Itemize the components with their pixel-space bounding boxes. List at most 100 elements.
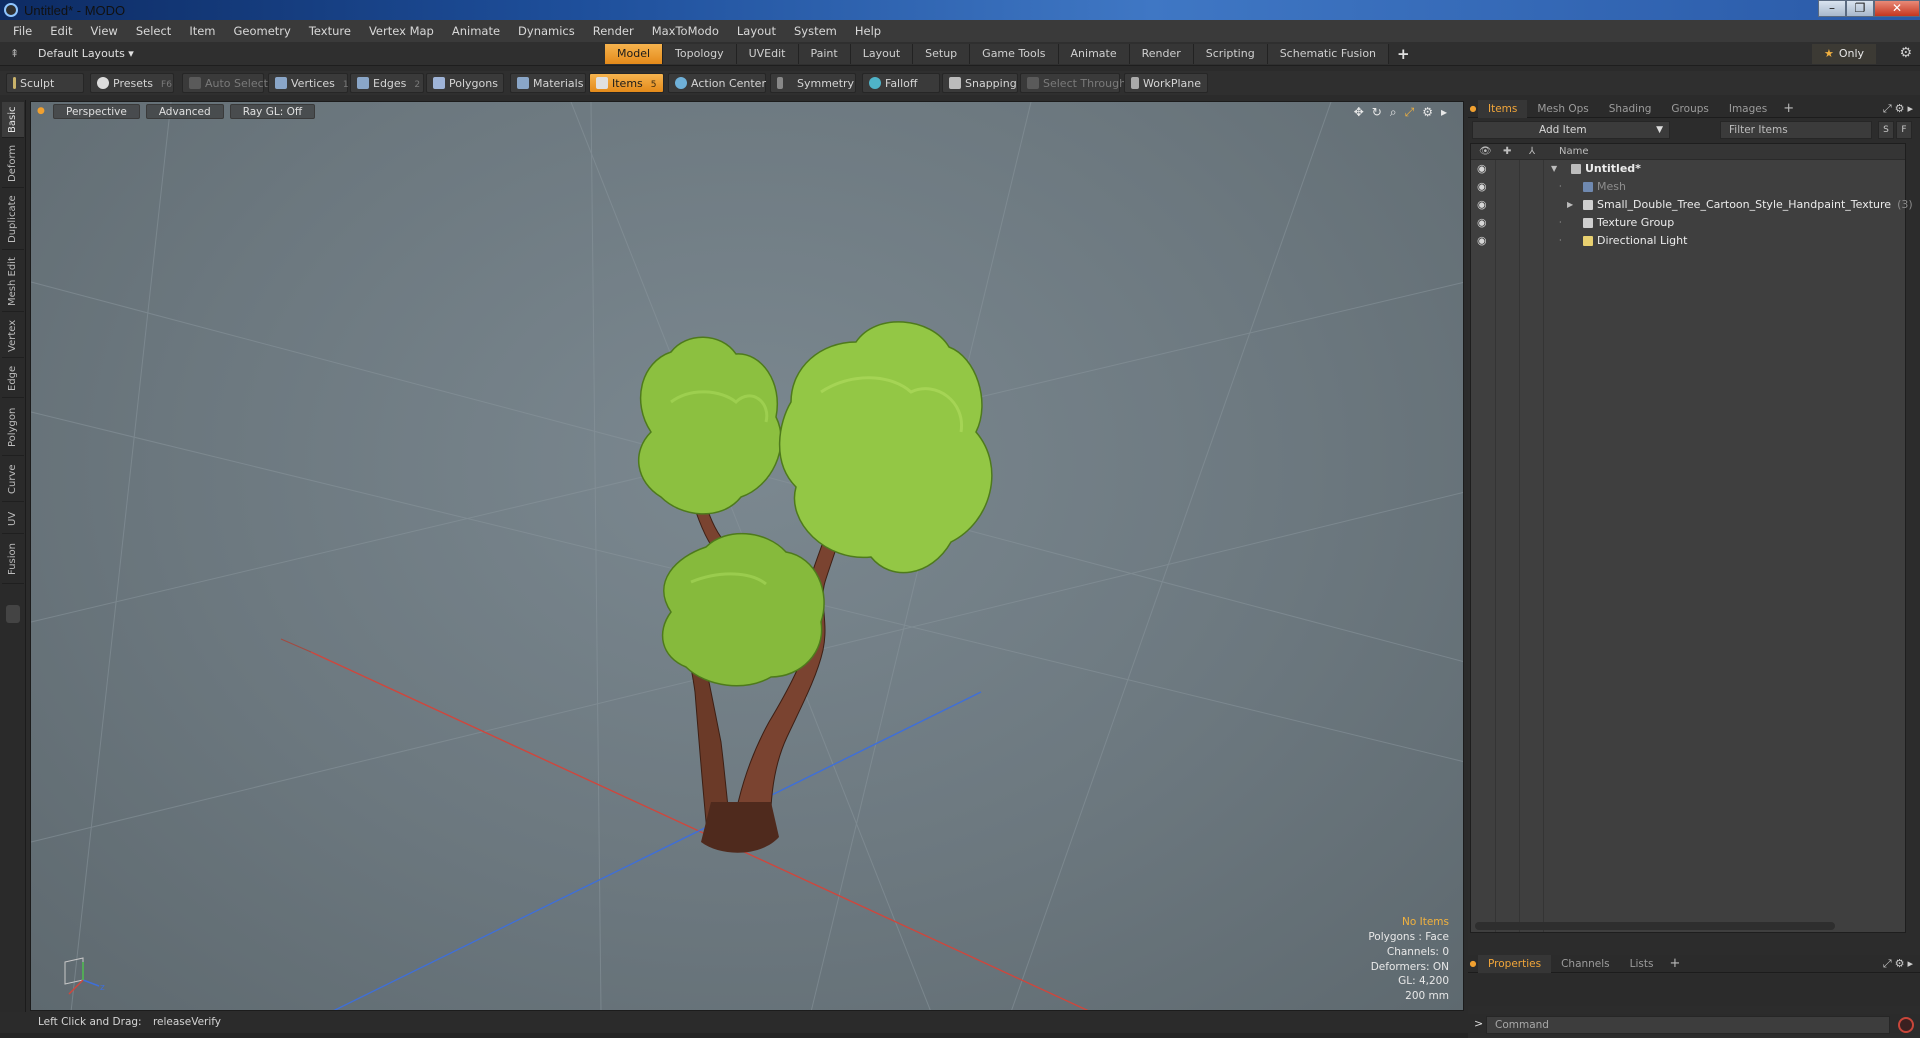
tab-edge[interactable]: Edge bbox=[2, 360, 24, 398]
expand-arrow-icon[interactable]: ▼ bbox=[1551, 160, 1557, 178]
menu-edit[interactable]: Edit bbox=[41, 24, 81, 38]
visibility-eye-icon[interactable]: ◉ bbox=[1477, 160, 1491, 178]
advanced-dropdown[interactable]: Advanced bbox=[145, 104, 224, 119]
zoom-icon[interactable]: ⌕ bbox=[1390, 105, 1397, 120]
filter-s-button[interactable]: S bbox=[1878, 121, 1894, 139]
tab-render[interactable]: Render bbox=[1129, 44, 1194, 64]
tab-uv[interactable]: UV bbox=[2, 504, 24, 534]
tab-images[interactable]: Images bbox=[1719, 100, 1777, 118]
raygl-dropdown[interactable]: Ray GL: Off bbox=[229, 104, 316, 119]
action-center-button[interactable]: Action Center bbox=[668, 73, 766, 93]
falloff-button[interactable]: Falloff bbox=[862, 73, 940, 93]
tab-scripting[interactable]: Scripting bbox=[1193, 44, 1268, 64]
menu-help[interactable]: Help bbox=[846, 24, 890, 38]
presets-button[interactable]: Presets F6 bbox=[90, 73, 174, 93]
tab-game-tools[interactable]: Game Tools bbox=[970, 44, 1059, 64]
add-tab-icon[interactable]: + bbox=[1389, 44, 1418, 64]
tab-properties[interactable]: Properties bbox=[1478, 954, 1552, 973]
filter-f-button[interactable]: F bbox=[1896, 121, 1912, 139]
minimize-button[interactable]: – bbox=[1818, 0, 1846, 17]
tree-row-texture-group[interactable]: ◉ · Texture Group bbox=[1471, 214, 1905, 232]
tab-paint[interactable]: Paint bbox=[798, 44, 851, 64]
tab-uvedit[interactable]: UVEdit bbox=[736, 44, 799, 64]
collapse-handle[interactable] bbox=[6, 605, 20, 623]
tab-model[interactable]: Model bbox=[605, 44, 664, 64]
rotate-icon[interactable]: ↻ bbox=[1372, 105, 1382, 120]
name-column-header[interactable]: Name bbox=[1559, 144, 1589, 160]
tab-schematic-fusion[interactable]: Schematic Fusion bbox=[1267, 44, 1390, 64]
viewport-menu-icon[interactable]: ● bbox=[37, 104, 47, 119]
tab-deform[interactable]: Deform bbox=[2, 140, 24, 188]
menu-file[interactable]: File bbox=[4, 24, 41, 38]
sculpt-button[interactable]: Sculpt bbox=[6, 73, 84, 93]
tab-vertex[interactable]: Vertex bbox=[2, 314, 24, 358]
tab-lists[interactable]: Lists bbox=[1620, 955, 1664, 973]
polygons-button[interactable]: Polygons bbox=[426, 73, 504, 93]
visibility-eye-icon[interactable]: ◉ bbox=[1477, 214, 1491, 232]
menu-render[interactable]: Render bbox=[584, 24, 643, 38]
close-button[interactable]: ✕ bbox=[1874, 0, 1920, 17]
tree-row-tree-mesh[interactable]: ◉ ▶ Small_Double_Tree_Cartoon_Style_Hand… bbox=[1471, 196, 1913, 214]
add-item-dropdown[interactable]: Add Item ▼ bbox=[1472, 121, 1670, 139]
vertices-button[interactable]: Vertices 1 bbox=[268, 73, 349, 93]
visibility-eye-icon[interactable]: ◉ bbox=[1477, 196, 1491, 214]
tab-mesh-ops[interactable]: Mesh Ops bbox=[1527, 100, 1598, 118]
snapping-button[interactable]: Snapping bbox=[942, 73, 1018, 93]
menu-item[interactable]: Item bbox=[180, 24, 224, 38]
3d-viewport[interactable]: ● Perspective Advanced Ray GL: Off ✥ ↻ ⌕… bbox=[30, 101, 1464, 1011]
layouts-dropdown[interactable]: Default Layouts ▾ bbox=[38, 47, 134, 60]
record-macro-icon[interactable] bbox=[1898, 1017, 1914, 1033]
menu-system[interactable]: System bbox=[785, 24, 846, 38]
tab-channels[interactable]: Channels bbox=[1551, 955, 1620, 973]
menu-vertex-map[interactable]: Vertex Map bbox=[360, 24, 443, 38]
perspective-dropdown[interactable]: Perspective bbox=[53, 104, 140, 119]
tab-topology[interactable]: Topology bbox=[663, 44, 737, 64]
menu-texture[interactable]: Texture bbox=[300, 24, 360, 38]
only-toggle[interactable]: ★ Only bbox=[1812, 44, 1876, 64]
tab-groups[interactable]: Groups bbox=[1661, 100, 1718, 118]
tab-animate[interactable]: Animate bbox=[1058, 44, 1130, 64]
menu-animate[interactable]: Animate bbox=[443, 24, 509, 38]
auto-select-button[interactable]: Auto Select bbox=[182, 73, 268, 93]
scene-canvas[interactable] bbox=[31, 102, 1464, 1011]
command-input[interactable] bbox=[1486, 1016, 1890, 1034]
tree-row-scene[interactable]: ◉ ▼ Untitled* bbox=[1471, 160, 1905, 178]
menu-layout[interactable]: Layout bbox=[728, 24, 785, 38]
tab-curve[interactable]: Curve bbox=[2, 458, 24, 502]
add-panel-tab-icon[interactable]: + bbox=[1663, 956, 1686, 971]
gear-icon[interactable]: ⚙ bbox=[1899, 45, 1912, 61]
add-panel-tab-icon[interactable]: + bbox=[1777, 101, 1800, 116]
filter-items-input[interactable] bbox=[1720, 121, 1872, 139]
menu-view[interactable]: View bbox=[82, 24, 127, 38]
maximize-button[interactable]: ❐ bbox=[1846, 0, 1874, 17]
materials-button[interactable]: Materials bbox=[510, 73, 586, 93]
tab-polygon[interactable]: Polygon bbox=[2, 400, 24, 456]
visibility-column-icon[interactable]: 👁 bbox=[1479, 144, 1492, 160]
tab-shading[interactable]: Shading bbox=[1599, 100, 1662, 118]
visibility-eye-icon[interactable]: ◉ bbox=[1477, 178, 1491, 196]
viewport-settings-icon[interactable]: ⚙ bbox=[1422, 105, 1433, 120]
expand-arrow-icon[interactable]: ▶ bbox=[1567, 196, 1573, 214]
items-button[interactable]: Items 5 bbox=[589, 73, 664, 93]
menu-select[interactable]: Select bbox=[127, 24, 180, 38]
panel-grip-icon[interactable]: ● bbox=[1468, 955, 1478, 973]
vertical-scrollbar[interactable] bbox=[1895, 160, 1903, 920]
fit-icon[interactable]: ⤢ bbox=[1405, 105, 1415, 120]
tab-items[interactable]: Items bbox=[1478, 99, 1528, 118]
visibility-eye-icon[interactable]: ◉ bbox=[1477, 232, 1491, 250]
tab-layout[interactable]: Layout bbox=[850, 44, 914, 64]
panel-options-icon[interactable]: ⤢⚙▸ bbox=[1883, 957, 1916, 971]
tree-row-directional-light[interactable]: ◉ · Directional Light bbox=[1471, 232, 1905, 250]
menu-dynamics[interactable]: Dynamics bbox=[509, 24, 584, 38]
tab-fusion[interactable]: Fusion bbox=[2, 536, 24, 584]
tab-basic[interactable]: Basic bbox=[2, 102, 24, 138]
render-column-icon[interactable]: ⅄ bbox=[1529, 144, 1535, 160]
tree-row-mesh[interactable]: ◉ · Mesh bbox=[1471, 178, 1905, 196]
lock-column-icon[interactable]: ✚ bbox=[1503, 144, 1511, 160]
menu-maxtomodo[interactable]: MaxToModo bbox=[643, 24, 728, 38]
panel-grip-icon[interactable]: ● bbox=[1468, 100, 1478, 118]
pin-icon[interactable]: ⇞ bbox=[10, 47, 19, 60]
menu-geometry[interactable]: Geometry bbox=[225, 24, 300, 38]
select-through-button[interactable]: Select Through bbox=[1020, 73, 1126, 93]
horizontal-scrollbar[interactable] bbox=[1475, 922, 1835, 930]
